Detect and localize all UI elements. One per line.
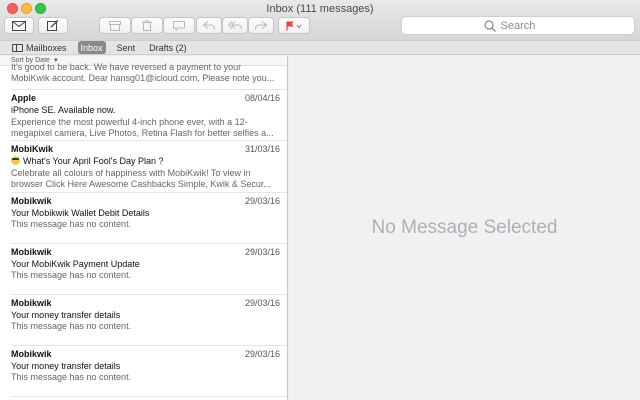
reply-icon xyxy=(203,21,215,30)
reading-pane: No Message Selected xyxy=(289,56,640,400)
message-date: 29/03/16 xyxy=(244,349,280,359)
sent-label: Sent xyxy=(116,42,136,53)
mailboxes-label: Mailboxes xyxy=(26,42,67,53)
junk-button[interactable] xyxy=(163,17,195,34)
window-title: Inbox (111 messages) xyxy=(266,3,374,15)
message-row[interactable]: 29/03/16 Mobikwik Your Mobikwik Wallet D… xyxy=(11,193,287,244)
sidebar-icon xyxy=(12,43,23,52)
message-subject: Your money transfer details xyxy=(11,361,121,371)
message-preview: This message has no content. xyxy=(11,270,132,280)
message-preview: This message has no content. xyxy=(11,372,132,382)
archive-icon xyxy=(109,20,121,31)
favorites-sent-button[interactable]: Sent xyxy=(114,41,139,54)
message-row[interactable]: It's good to be back. We have reversed a… xyxy=(11,62,287,90)
message-date: 29/03/16 xyxy=(244,196,280,206)
forward-icon xyxy=(255,21,267,30)
search-input[interactable] xyxy=(500,19,553,32)
message-preview: It's good to be back. We have reversed a… xyxy=(11,62,275,83)
sunglasses-emoji-icon xyxy=(11,156,20,165)
archive-button[interactable] xyxy=(99,17,131,34)
favorites-bar: Mailboxes Inbox Sent Drafts (2) xyxy=(0,40,640,55)
message-list[interactable]: Sort by Date ▼ It's good to be back. We … xyxy=(0,56,288,400)
message-sender: Mobikwik xyxy=(11,247,52,257)
message-row[interactable]: 31/03/16 MobiKwik What's Your April Fool… xyxy=(11,141,287,193)
message-date: 31/03/16 xyxy=(244,144,280,154)
search-field[interactable] xyxy=(401,16,635,35)
delete-button[interactable] xyxy=(131,17,163,34)
message-date: 08/04/16 xyxy=(244,93,280,103)
forward-button[interactable] xyxy=(248,17,274,34)
inbox-label: Inbox xyxy=(80,42,103,53)
flag-button[interactable] xyxy=(278,17,310,34)
message-date: 29/03/16 xyxy=(244,247,280,257)
message-subject: Your Mobikwik Wallet Debit Details xyxy=(11,208,150,218)
reply-button[interactable] xyxy=(196,17,222,34)
message-preview: Celebrate all colours of happiness with … xyxy=(11,168,271,189)
flag-icon xyxy=(286,21,302,30)
message-preview: Experience the most powerful 4-inch phon… xyxy=(11,117,274,138)
compose-button[interactable] xyxy=(38,17,68,34)
message-subject: What's Your April Fool's Day Plan ? xyxy=(23,156,164,166)
message-preview: This message has no content. xyxy=(11,219,132,229)
envelope-icon xyxy=(12,20,26,31)
message-sender: MobiKwik xyxy=(11,144,53,154)
drafts-label: Drafts (2) xyxy=(149,42,187,53)
message-sender: Mobikwik xyxy=(11,349,52,359)
message-row[interactable]: 08/04/16 Apple iPhone SE. Available now.… xyxy=(11,90,287,141)
trash-icon xyxy=(142,20,152,31)
message-sender: Mobikwik xyxy=(11,196,52,206)
reply-all-button[interactable] xyxy=(222,17,248,34)
message-row[interactable]: 29/03/16 Mobikwik Your MobiKwik Payment … xyxy=(11,244,287,295)
junk-icon xyxy=(173,20,185,31)
favorites-drafts-button[interactable]: Drafts (2) xyxy=(146,41,190,54)
favorites-mailboxes-button[interactable]: Mailboxes xyxy=(9,41,70,54)
message-subject: Your MobiKwik Payment Update xyxy=(11,259,140,269)
message-sender: Apple xyxy=(11,93,37,103)
get-mail-button[interactable] xyxy=(4,17,34,34)
message-preview: This message has no content. xyxy=(11,321,132,331)
message-date: 29/03/16 xyxy=(244,298,280,308)
no-message-selected-text: No Message Selected xyxy=(371,217,558,238)
message-subject: iPhone SE. Available now. xyxy=(11,105,116,115)
search-icon xyxy=(483,19,496,32)
compose-icon xyxy=(47,20,59,31)
toolbar: Inbox (111 messages) xyxy=(0,0,640,40)
reply-all-icon xyxy=(228,21,242,30)
message-row[interactable]: 29/03/16 Mobikwik Your money transfer de… xyxy=(11,295,287,346)
favorites-inbox-button[interactable]: Inbox xyxy=(77,41,106,54)
message-subject: Your money transfer details xyxy=(11,310,121,320)
message-sender: Mobikwik xyxy=(11,298,52,308)
message-row[interactable]: 29/03/16 Mobikwik Your money transfer de… xyxy=(11,346,287,397)
